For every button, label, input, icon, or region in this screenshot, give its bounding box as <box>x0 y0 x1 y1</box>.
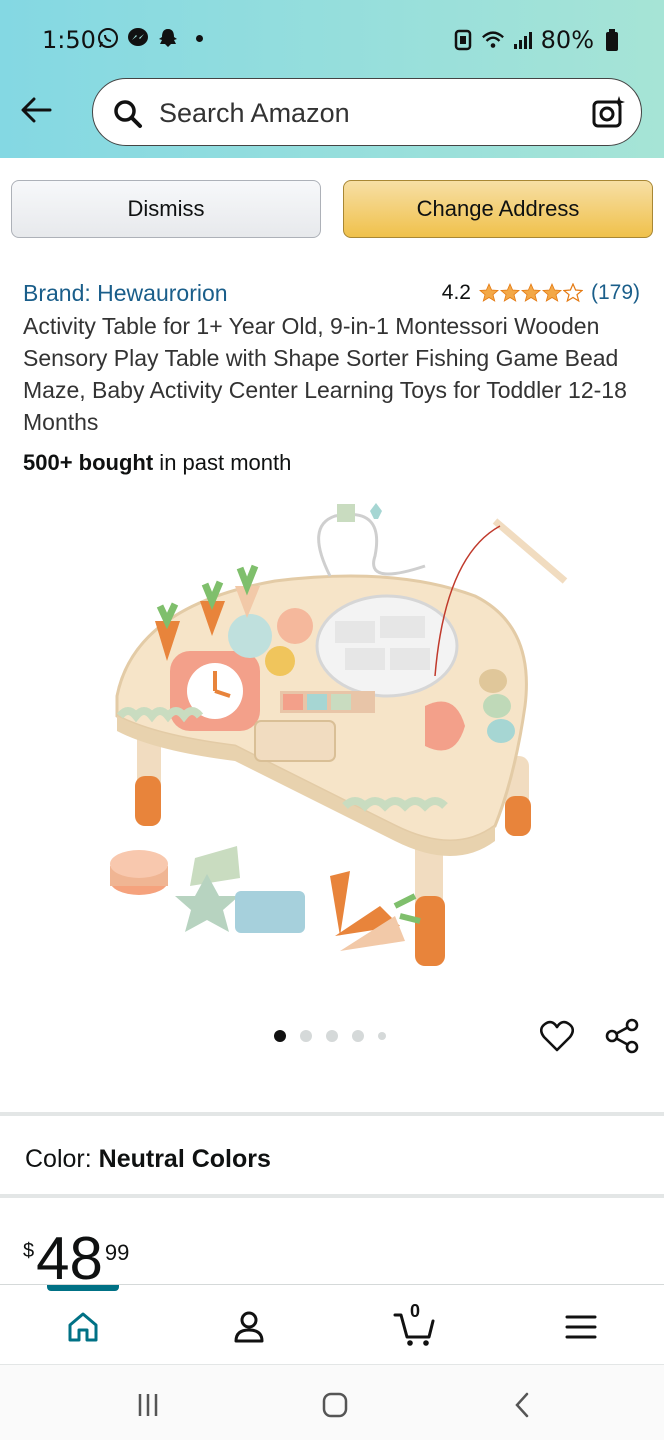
carousel-dot[interactable] <box>300 1030 312 1042</box>
price: $ 48 99 <box>23 1228 129 1290</box>
star-rating-icon <box>478 283 583 303</box>
wifi-icon <box>481 28 505 52</box>
product-image[interactable] <box>95 496 575 976</box>
product-title: Activity Table for 1+ Year Old, 9-in-1 M… <box>23 313 627 435</box>
brand-link[interactable]: Brand: Hewaurorion <box>23 280 228 307</box>
price-symbol: $ <box>23 1240 35 1262</box>
nav-home[interactable] <box>61 1305 105 1349</box>
active-tab-indicator <box>47 1285 119 1291</box>
hamburger-menu-icon <box>565 1315 597 1339</box>
product-page: 1:50 80% Search Amazon Dismiss Change Ad… <box>0 0 664 1440</box>
home-system-button[interactable] <box>315 1387 355 1423</box>
color-value: Neutral Colors <box>98 1145 271 1173</box>
status-right: 80% <box>451 26 624 54</box>
battery-percent: 80% <box>540 26 594 54</box>
price-whole: 48 <box>36 1225 103 1292</box>
heart-icon[interactable] <box>539 1020 575 1057</box>
battery-icon <box>600 28 624 52</box>
nav-account[interactable] <box>227 1305 271 1349</box>
rating-value: 4.2 <box>441 281 471 304</box>
snapchat-icon <box>156 26 180 50</box>
back-arrow-icon <box>21 97 52 123</box>
bought-count-bold: 500+ bought <box>23 450 154 475</box>
person-icon <box>234 1311 264 1343</box>
back-button[interactable] <box>18 92 54 128</box>
price-fraction: 99 <box>104 1240 130 1265</box>
notification-dot <box>196 34 203 42</box>
back-system-button[interactable] <box>502 1387 542 1423</box>
bottom-nav: 0 <box>0 1284 664 1364</box>
carousel-dot[interactable] <box>352 1030 364 1042</box>
home-icon <box>68 1312 98 1342</box>
activity-table-photo-icon <box>110 503 568 966</box>
nfc-icon <box>451 28 475 52</box>
section-divider <box>0 1112 664 1116</box>
whatsapp-icon <box>96 26 120 50</box>
signal-icon <box>511 28 535 52</box>
carousel-dot[interactable] <box>378 1032 386 1040</box>
chevron-left-icon <box>515 1392 529 1418</box>
bought-count: 500+ bought in past month <box>23 450 291 476</box>
search-icon <box>113 99 143 134</box>
dismiss-button[interactable]: Dismiss <box>11 180 321 238</box>
share-icon[interactable] <box>604 1018 640 1059</box>
nav-cart[interactable]: 0 <box>393 1301 437 1349</box>
section-divider <box>0 1194 664 1198</box>
status-bar: 1:50 80% <box>0 18 664 62</box>
cart-count: 0 <box>409 1301 420 1321</box>
camera-search-icon[interactable] <box>591 94 627 135</box>
carousel-dot[interactable] <box>274 1030 286 1042</box>
search-placeholder: Search Amazon <box>159 98 350 128</box>
color-label: Color: <box>25 1145 99 1173</box>
color-selector[interactable]: Color: Neutral Colors <box>25 1145 271 1174</box>
search-input[interactable]: Search Amazon <box>92 78 642 146</box>
rating-count: (179) <box>590 281 640 304</box>
notification-icons <box>96 26 203 50</box>
recent-apps-icon <box>138 1394 158 1416</box>
top-header: 1:50 80% Search Amazon <box>0 0 664 158</box>
bought-count-rest: in past month <box>153 450 292 475</box>
rating[interactable]: 4.2 (179) <box>442 281 640 305</box>
change-address-button[interactable]: Change Address <box>343 180 653 238</box>
home-circle-icon <box>322 1392 348 1418</box>
status-time: 1:50 <box>42 26 96 54</box>
recent-apps-button[interactable] <box>128 1387 168 1423</box>
carousel-dot[interactable] <box>326 1030 338 1042</box>
image-carousel-dots[interactable] <box>274 1030 386 1042</box>
system-nav-bar <box>0 1364 664 1440</box>
nav-menu[interactable] <box>559 1305 603 1349</box>
messenger-icon <box>126 26 150 50</box>
